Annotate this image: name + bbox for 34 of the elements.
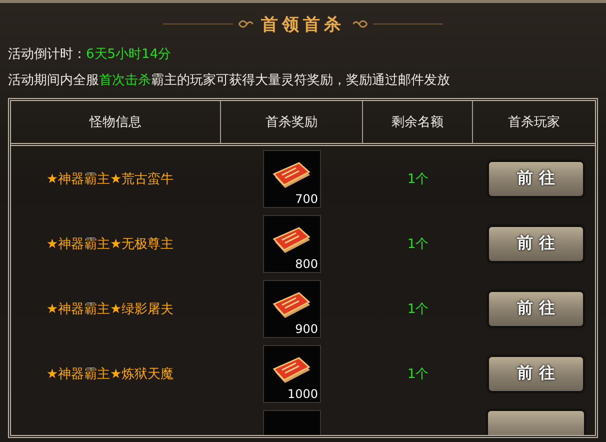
reward-item-slot[interactable]: 900 (263, 280, 321, 338)
column-header: 怪物信息 (11, 101, 221, 143)
monster-name: ★神器霸主★炼狱天魔 (46, 366, 174, 382)
column-header: 首杀奖励 (221, 101, 363, 143)
go-button[interactable]: 前 往 (488, 356, 584, 392)
talisman-icon (272, 160, 312, 190)
remaining-count: 1个 (407, 300, 429, 318)
reward-item-slot[interactable]: 1000 (263, 344, 321, 402)
reward-item-slot[interactable]: 800 (263, 214, 321, 272)
monster-name: ★神器霸主★绿影屠夫 (46, 300, 174, 318)
countdown-value: 6天5小时14分 (86, 47, 172, 62)
monster-name: ★神器霸主★荒古蛮牛 (46, 170, 174, 188)
reward-item-slot[interactable]: 700 (263, 150, 321, 208)
go-button[interactable]: 前 往 (488, 290, 584, 326)
reward-quantity: 1000 (287, 386, 318, 400)
ornament-icon (163, 18, 253, 30)
talisman-icon (272, 290, 312, 320)
column-header: 首杀玩家 (507, 114, 561, 132)
remaining-count: 1个 (407, 170, 429, 188)
ornament-icon (353, 18, 443, 30)
page-title: 首领首杀 (261, 14, 345, 36)
reward-quantity: 700 (295, 192, 318, 206)
reward-quantity: 800 (295, 256, 318, 270)
talisman-icon (272, 226, 312, 256)
countdown-label: 活动倒计时： (8, 47, 86, 62)
go-button[interactable]: 前 往 (488, 160, 584, 196)
go-button[interactable]: 前 往 (488, 226, 584, 262)
talisman-icon (272, 356, 312, 386)
event-description: 活动期间内全服首次击杀霸主的玩家可获得大量灵符奖励，奖励通过邮件发放 (8, 72, 451, 90)
column-header: 剩余名额 (363, 101, 473, 143)
remaining-count: 1个 (407, 236, 429, 252)
remaining-count: 1个 (407, 366, 429, 382)
monster-name: ★神器霸主★无极尊主 (46, 236, 174, 252)
reward-quantity: 900 (295, 322, 318, 336)
